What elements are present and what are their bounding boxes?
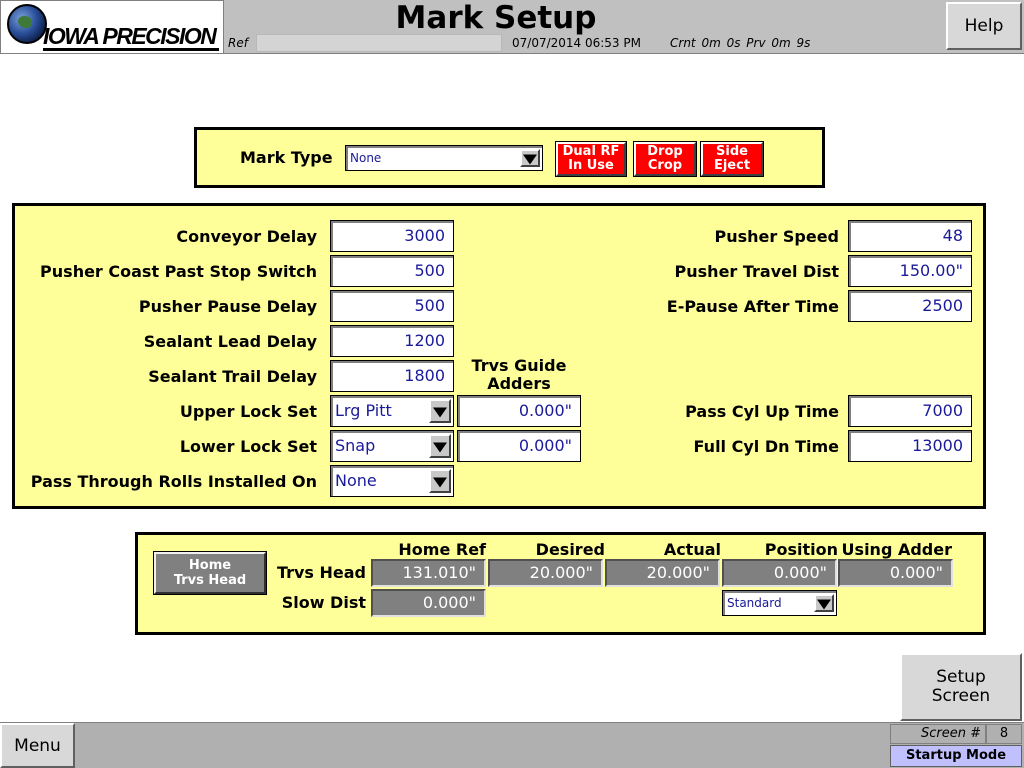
company-logo: IOWA PRECISION	[0, 0, 224, 54]
col-position: Position	[764, 540, 838, 559]
pusher-travel-field[interactable]: 150.00"	[848, 255, 972, 287]
pass-cyl-up-label: Pass Cyl Up Time	[685, 402, 839, 421]
menu-button[interactable]: Menu	[0, 723, 75, 768]
pass-through-label: Pass Through Rolls Installed On	[30, 472, 317, 491]
pusher-travel-label: Pusher Travel Dist	[674, 262, 839, 281]
logo-underline	[43, 48, 219, 51]
screen-number-label: Screen #	[890, 724, 986, 744]
position-mode-dropdown[interactable]: Standard	[722, 590, 837, 616]
cycle-time-status: Crnt 0m 0s Prv 0m 9s	[670, 36, 811, 50]
col-desired: Desired	[535, 540, 605, 559]
e-pause-field[interactable]: 2500	[848, 290, 972, 322]
full-cyl-dn-label: Full Cyl Dn Time	[693, 437, 839, 456]
sealant-lead-label: Sealant Lead Delay	[143, 332, 317, 351]
pusher-pause-label: Pusher Pause Delay	[138, 297, 317, 316]
home-ref-field: 131.010"	[371, 559, 486, 587]
slow-dist-field: 0.000"	[371, 589, 486, 617]
upper-lock-adder-field[interactable]: 0.000"	[457, 395, 581, 427]
upper-lock-value: Lrg Pitt	[335, 401, 392, 420]
chevron-down-icon	[429, 469, 451, 493]
drop-crop-label-1: Drop	[647, 144, 683, 159]
mark-type-panel: Mark Type None Dual RF In Use Drop Crop …	[194, 127, 825, 188]
mode-indicator: Startup Mode	[890, 745, 1022, 767]
position-mode-value: Standard	[727, 596, 782, 610]
mark-type-value: None	[350, 151, 382, 165]
home-trvs-head-button[interactable]: Home Trvs Head	[154, 552, 266, 594]
side-eject-label-1: Side	[716, 144, 748, 159]
trvs-head-label: Trvs Head	[276, 563, 366, 582]
datetime: 07/07/2014 06:53 PM	[512, 36, 641, 50]
setup-screen-button[interactable]: Setup Screen	[900, 653, 1022, 721]
pass-through-dropdown[interactable]: None	[330, 465, 454, 497]
lower-lock-dropdown[interactable]: Snap	[330, 430, 454, 462]
globe-logo-icon	[7, 4, 47, 44]
mark-type-dropdown[interactable]: None	[345, 145, 543, 171]
pusher-coast-label: Pusher Coast Past Stop Switch	[40, 262, 317, 281]
actual-field: 20.000"	[605, 559, 720, 587]
mark-type-label: Mark Type	[240, 148, 333, 167]
main-settings-panel: Conveyor Delay 3000 Pusher Coast Past St…	[12, 203, 986, 509]
dual-rf-label-1: Dual RF	[562, 144, 620, 159]
desired-field: 20.000"	[488, 559, 603, 587]
upper-lock-label: Upper Lock Set	[179, 402, 317, 421]
drop-crop-button[interactable]: Drop Crop	[634, 142, 696, 176]
dual-rf-button[interactable]: Dual RF In Use	[556, 142, 626, 176]
col-home-ref: Home Ref	[398, 540, 486, 559]
footer-bar	[0, 722, 1024, 768]
trvs-head-panel: Home Trvs Head Home Ref Desired Actual P…	[135, 532, 986, 635]
lower-lock-adder-field[interactable]: 0.000"	[457, 430, 581, 462]
conveyor-delay-label: Conveyor Delay	[176, 227, 317, 246]
e-pause-label: E-Pause After Time	[666, 297, 839, 316]
col-using-adder: Using Adder	[841, 540, 952, 559]
pusher-speed-field[interactable]: 48	[848, 220, 972, 252]
position-field: 0.000"	[722, 559, 837, 587]
pusher-pause-field[interactable]: 500	[330, 290, 454, 322]
home-trvs-label-2: Trvs Head	[173, 573, 247, 588]
logo-text: IOWA PRECISION	[43, 23, 217, 49]
home-trvs-label-1: Home	[188, 558, 232, 573]
setup-screen-label-2: Screen	[931, 686, 991, 706]
ref-label: Ref	[228, 36, 248, 50]
chevron-down-icon	[814, 594, 834, 612]
sealant-trail-label: Sealant Trail Delay	[148, 367, 317, 386]
sealant-trail-field[interactable]: 1800	[330, 360, 454, 392]
pass-cyl-up-field[interactable]: 7000	[848, 395, 972, 427]
trvs-guide-header-line2: Adders	[487, 374, 551, 393]
page-title: Mark Setup	[395, 0, 597, 36]
lower-lock-value: Snap	[335, 436, 376, 455]
screen-number: 8	[986, 724, 1022, 744]
sealant-lead-field[interactable]: 1200	[330, 325, 454, 357]
side-eject-label-2: Eject	[713, 158, 751, 173]
trvs-guide-header-line1: Trvs Guide	[471, 356, 567, 375]
drop-crop-label-2: Crop	[647, 158, 683, 173]
lower-lock-label: Lower Lock Set	[179, 437, 317, 456]
chevron-down-icon	[429, 399, 451, 423]
full-cyl-dn-field[interactable]: 13000	[848, 430, 972, 462]
ref-field	[256, 34, 502, 52]
side-eject-button[interactable]: Side Eject	[701, 142, 763, 176]
dual-rf-label-2: In Use	[568, 158, 614, 173]
conveyor-delay-field[interactable]: 3000	[330, 220, 454, 252]
trvs-guide-adders-header: Trvs Guide Adders	[457, 357, 581, 393]
help-button[interactable]: Help	[946, 2, 1022, 50]
setup-screen-label-1: Setup	[936, 667, 986, 687]
chevron-down-icon	[520, 149, 540, 167]
col-actual: Actual	[663, 540, 721, 559]
pusher-coast-field[interactable]: 500	[330, 255, 454, 287]
upper-lock-dropdown[interactable]: Lrg Pitt	[330, 395, 454, 427]
using-adder-field: 0.000"	[838, 559, 953, 587]
slow-dist-label: Slow Dist	[281, 593, 366, 612]
pusher-speed-label: Pusher Speed	[714, 227, 839, 246]
pass-through-value: None	[335, 471, 377, 490]
chevron-down-icon	[429, 434, 451, 458]
